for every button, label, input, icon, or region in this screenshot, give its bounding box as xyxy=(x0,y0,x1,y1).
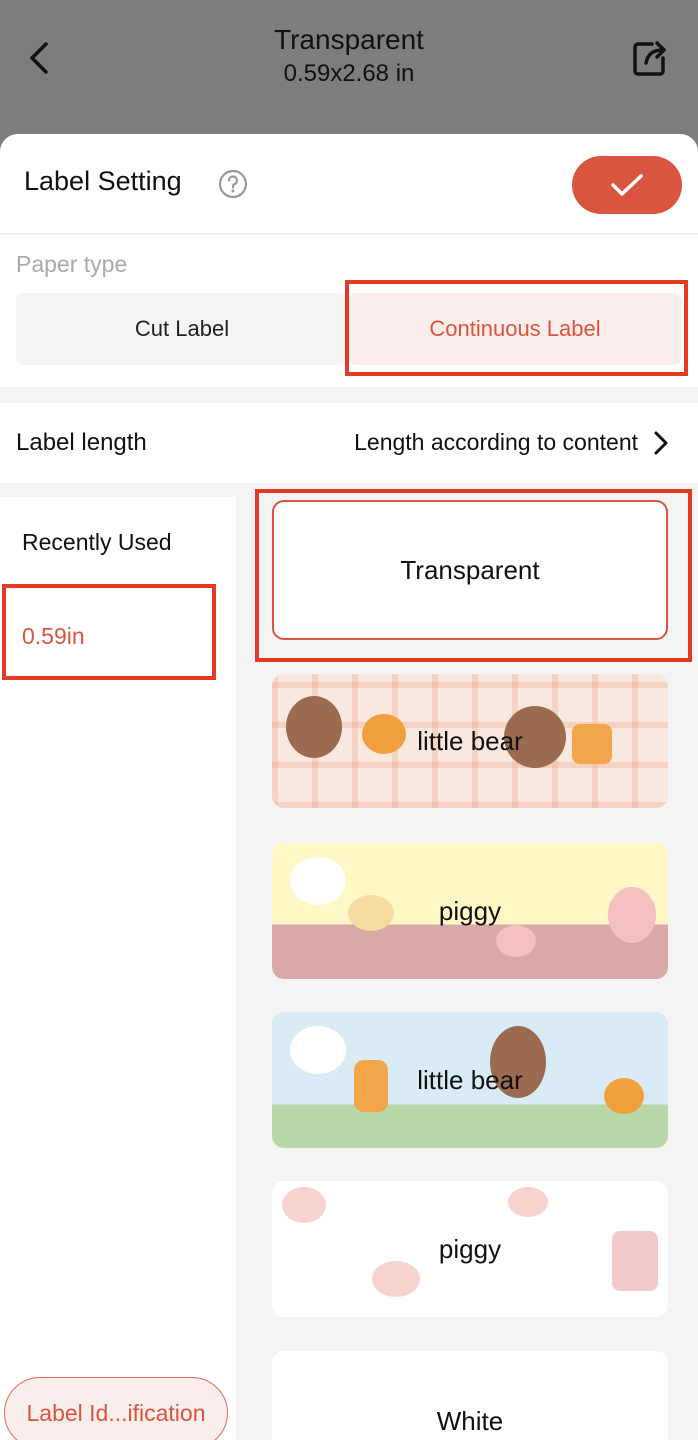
pig-illustration xyxy=(608,887,656,943)
page-subtitle: 0.59x2.68 in xyxy=(283,60,415,87)
material-name: piggy xyxy=(438,895,502,926)
honey-jar-illustration xyxy=(572,724,612,764)
label-length-row[interactable]: Label length Length according to content xyxy=(0,403,698,483)
material-name: little bear xyxy=(417,1064,523,1095)
material-tile-piggy-2[interactable]: piggy xyxy=(272,1181,668,1317)
highlight-box-continuous xyxy=(345,280,688,376)
snack-bag-illustration xyxy=(612,1231,658,1291)
confirm-button[interactable] xyxy=(572,156,682,214)
pig-illustration xyxy=(508,1187,548,1217)
bee-illustration xyxy=(604,1078,644,1114)
material-name: little bear xyxy=(417,725,523,756)
highlight-box-size xyxy=(2,584,216,680)
honey-jar-illustration xyxy=(354,1060,388,1112)
paper-type-label: Paper type xyxy=(16,251,128,277)
material-tile-little-bear[interactable]: little bear xyxy=(272,674,668,808)
share-button[interactable] xyxy=(630,38,670,78)
pig-illustration xyxy=(282,1187,326,1223)
size-sidebar: Recently Used 0.59in xyxy=(0,497,236,1440)
recently-used-label: Recently Used xyxy=(22,529,172,555)
share-icon xyxy=(633,41,666,76)
pudding-illustration xyxy=(348,895,394,931)
page-title: Transparent xyxy=(274,24,424,55)
help-button[interactable] xyxy=(218,169,248,199)
cloud-illustration xyxy=(290,857,346,905)
label-length-value: Length according to content xyxy=(354,429,638,455)
label-length-label: Label length xyxy=(16,429,147,456)
material-tile-piggy[interactable]: piggy xyxy=(272,843,668,979)
material-name: piggy xyxy=(438,1233,502,1264)
sheet-title: Label Setting xyxy=(24,166,182,196)
material-tile-white[interactable]: White xyxy=(272,1351,668,1440)
question-circle-icon xyxy=(218,169,248,199)
material-name: White xyxy=(436,1405,504,1436)
bear-illustration xyxy=(286,696,342,758)
sheet-header: Label Setting xyxy=(0,134,698,234)
material-name: Transparent xyxy=(400,554,540,585)
cloud-illustration xyxy=(290,1026,346,1074)
bee-illustration xyxy=(362,714,406,754)
cut-label-option[interactable]: Cut Label xyxy=(16,293,348,365)
label-setting-sheet: Label Setting Paper type Cut Label Conti… xyxy=(0,134,698,1440)
top-app-bar: Transparent 0.59x2.68 in xyxy=(0,0,698,150)
checkmark-icon xyxy=(611,174,643,196)
pig-illustration xyxy=(496,925,536,957)
material-tile-little-bear-2[interactable]: little bear xyxy=(272,1012,668,1148)
label-identification-button[interactable]: Label Id...ification xyxy=(4,1377,228,1440)
title-block: Transparent 0.59x2.68 in xyxy=(0,22,698,90)
chevron-right-icon xyxy=(654,431,668,455)
pig-illustration xyxy=(372,1261,420,1297)
